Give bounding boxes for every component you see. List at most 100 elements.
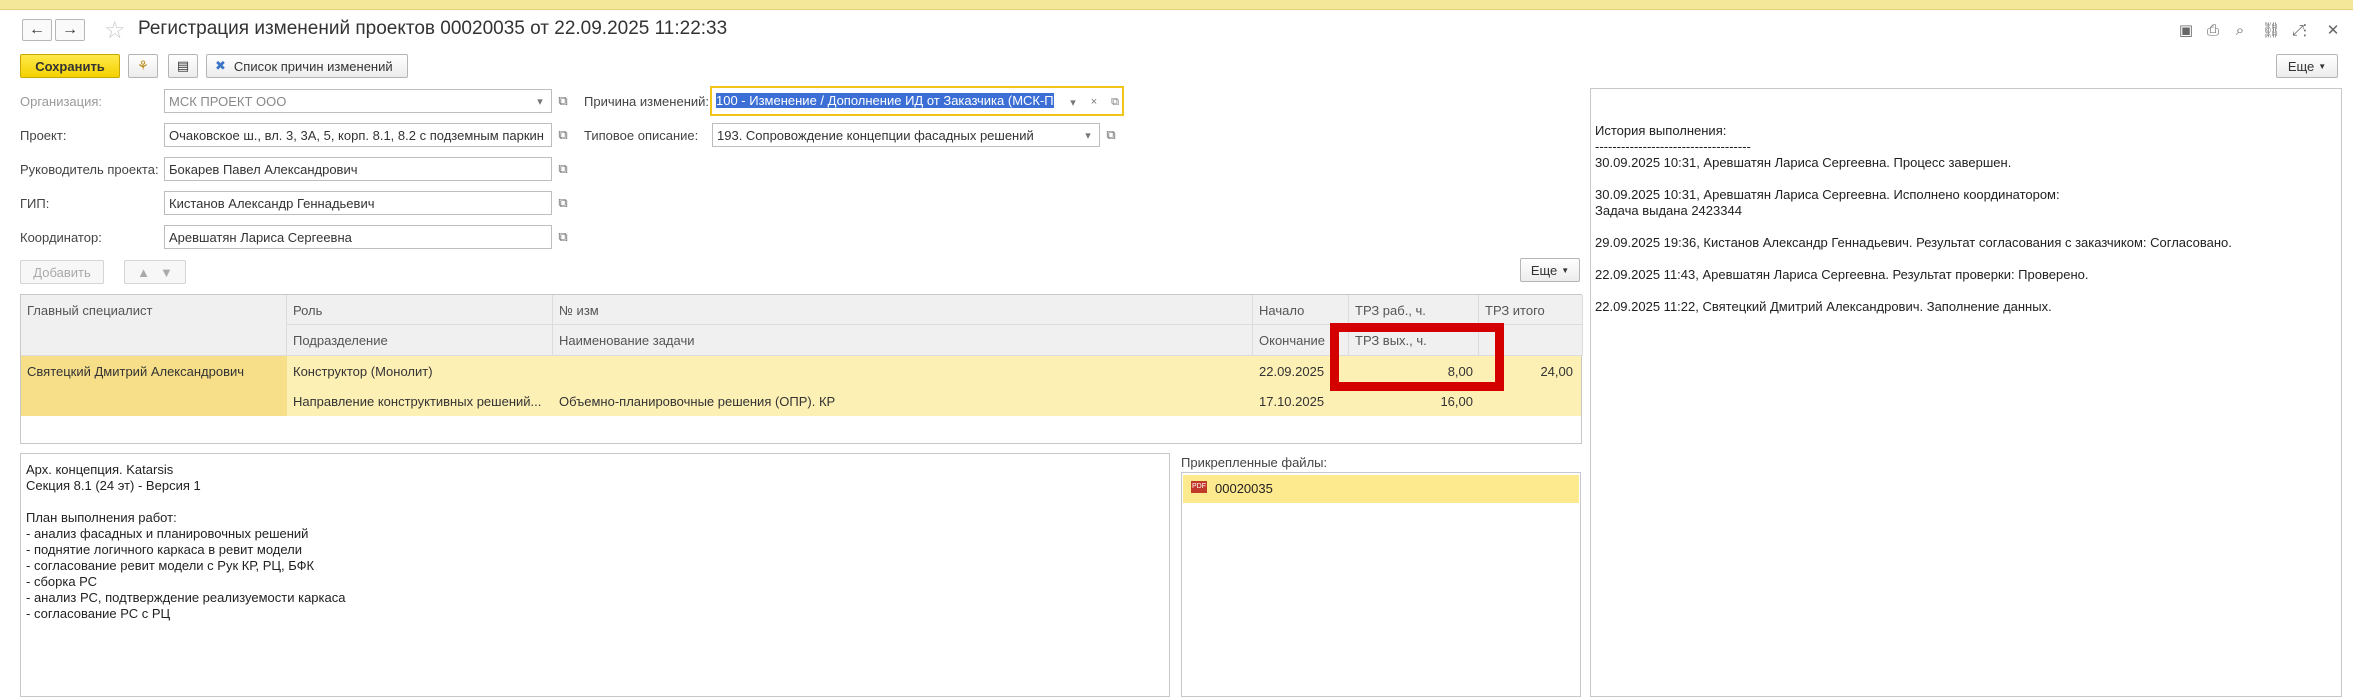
typical-value: 193. Сопровождение концепции фасадных ре…	[717, 128, 1034, 143]
organization-value: МСК ПРОЕКТ ООО	[169, 94, 287, 109]
report-icon: ▤	[176, 58, 190, 73]
cell-task-name[interactable]: Объемно-планировочные решения (ОПР). КР	[553, 386, 1253, 416]
description-text[interactable]: Арх. концепция. Katarsis Секция 8.1 (24 э…	[26, 462, 1164, 622]
description-line: Секция 8.1 (24 эт) - Версия 1	[26, 478, 201, 493]
save-label: Сохранить	[35, 58, 105, 74]
col-header-specialist[interactable]: Главный специалист	[21, 295, 287, 356]
top-strip	[0, 0, 2353, 10]
col-header-task-name[interactable]: Наименование задачи	[553, 325, 1253, 356]
cell-change-no[interactable]	[553, 356, 1253, 386]
history-line	[1595, 283, 2337, 299]
reason-value: 100 - Изменение / Дополнение ИД от Заказ…	[716, 93, 1054, 108]
description-line: - сборка РС	[26, 574, 98, 589]
organization-field[interactable]: МСК ПРОЕКТ ООО ▾	[164, 89, 552, 113]
report-button[interactable]: ▤	[168, 54, 198, 78]
chevron-down-icon[interactable]: ▾	[1077, 124, 1099, 146]
history-line: 29.09.2025 19:36, Кистанов Александр Ген…	[1595, 235, 2232, 250]
file-name: 00020035	[1215, 481, 1273, 496]
history-line: История выполнения:	[1595, 123, 1727, 138]
typical-label: Типовое описание:	[584, 128, 699, 143]
file-item[interactable]: PDF 00020035	[1183, 475, 1579, 503]
description-line: - анализ РС, подтверждение реализуемости…	[26, 590, 346, 605]
add-button[interactable]: Добавить	[20, 260, 104, 284]
description-line: - анализ фасадных и планировочных решени…	[26, 526, 309, 541]
cell-department[interactable]: Направление конструктивных решений...	[287, 386, 553, 416]
clear-icon[interactable]: ×	[1083, 91, 1105, 113]
save-disk-icon[interactable]: ▣	[2176, 20, 2196, 40]
open-link-icon[interactable]: ⧉	[553, 227, 573, 247]
preview-icon[interactable]: ⌕	[2230, 20, 2250, 40]
link-icon[interactable]: ⛓	[2261, 20, 2281, 40]
description-panel[interactable]: Арх. концепция. Katarsis Секция 8.1 (24 э…	[20, 453, 1170, 697]
page-title: Регистрация изменений проектов 00020035 …	[138, 18, 728, 39]
move-buttons[interactable]: ▲ ▼	[124, 260, 186, 284]
gip-label: ГИП:	[20, 196, 50, 211]
arrow-left-icon: ←	[29, 21, 45, 38]
col-header-role[interactable]: Роль	[287, 295, 553, 325]
manager-value: Бокарев Павел Александрович	[169, 162, 358, 177]
open-link-icon[interactable]: ⧉	[553, 125, 573, 145]
reason-field[interactable]: 100 - Изменение / Дополнение ИД от Заказ…	[710, 86, 1124, 116]
description-line	[26, 494, 1164, 510]
menu-dots-icon[interactable]: ⋮	[2295, 20, 2315, 40]
forward-button[interactable]: →	[55, 19, 85, 41]
cell-specialist[interactable]: Святецкий Дмитрий Александрович	[21, 356, 287, 416]
col-header-change-no[interactable]: № изм	[553, 295, 1253, 325]
more-button[interactable]: Еще ▼	[2276, 54, 2338, 78]
arrow-right-icon: →	[62, 21, 78, 38]
typical-field[interactable]: 193. Сопровождение концепции фасадных ре…	[712, 123, 1100, 147]
history-text[interactable]: История выполнения: ---------------------…	[1595, 123, 2337, 315]
manager-field[interactable]: Бокарев Павел Александрович	[164, 157, 552, 181]
add-label: Добавить	[33, 264, 91, 280]
history-line	[1595, 219, 2337, 235]
back-button[interactable]: ←	[22, 19, 52, 41]
pdf-file-icon: PDF	[1191, 481, 1207, 493]
more-label: Еще	[2287, 58, 2315, 74]
project-label: Проект:	[20, 128, 67, 143]
open-link-icon[interactable]: ⧉	[1101, 125, 1121, 145]
arrow-down-icon[interactable]: ▼	[160, 265, 173, 280]
print-icon[interactable]: ⎙	[2203, 20, 2223, 40]
save-button[interactable]: Сохранить	[20, 54, 120, 78]
col-header-trz-total[interactable]: ТРЗ итого	[1479, 295, 1583, 325]
reasons-list-label: Список причин изменений	[233, 58, 393, 74]
description-line: - поднятие логичного каркаса в ревит мод…	[26, 542, 303, 557]
open-link-icon[interactable]: ⧉	[553, 159, 573, 179]
close-icon[interactable]: ✕	[2323, 20, 2343, 40]
structure-button[interactable]: ⚘	[128, 54, 158, 78]
history-line: 30.09.2025 10:31, Аревшатян Лариса Серге…	[1595, 187, 2060, 202]
highlight-box	[1330, 323, 1504, 391]
col-header-department[interactable]: Подразделение	[287, 325, 553, 356]
chevron-down-icon[interactable]: ▾	[1062, 91, 1084, 113]
open-link-icon[interactable]: ⧉	[1104, 91, 1122, 113]
open-link-icon[interactable]: ⧉	[553, 91, 573, 111]
organization-label: Организация:	[20, 94, 103, 109]
manager-label: Руководитель проекта:	[20, 162, 159, 177]
coordinator-field[interactable]: Аревшатян Лариса Сергеевна	[164, 225, 552, 249]
history-panel[interactable]: История выполнения: ---------------------…	[1590, 88, 2342, 697]
history-line: ------------------------------------	[1595, 139, 1751, 154]
files-panel[interactable]: PDF 00020035	[1181, 472, 1581, 697]
gip-field[interactable]: Кистанов Александр Геннадьевич	[164, 191, 552, 215]
reasons-list-button[interactable]: ✖ Список причин изменений	[206, 54, 408, 78]
files-label: Прикрепленные файлы:	[1181, 455, 1328, 470]
table-more-button[interactable]: Еще ▼	[1520, 258, 1580, 282]
cell-role[interactable]: Конструктор (Монолит)	[287, 356, 553, 386]
project-field[interactable]: Очаковское ш., вл. 3, 3А, 5, корп. 8.1, …	[164, 123, 552, 147]
history-line	[1595, 171, 2337, 187]
table-more-label: Еще	[1530, 262, 1558, 278]
project-value: Очаковское ш., вл. 3, 3А, 5, корп. 8.1, …	[169, 128, 544, 143]
col-header-trz-work[interactable]: ТРЗ раб., ч.	[1349, 295, 1479, 325]
coordinator-value: Аревшатян Лариса Сергеевна	[169, 230, 352, 245]
chevron-down-icon[interactable]: ▾	[529, 90, 551, 112]
favorite-star-icon[interactable]: ☆	[104, 16, 126, 45]
description-line: Арх. концепция. Katarsis	[26, 462, 174, 477]
open-link-icon[interactable]: ⧉	[553, 193, 573, 213]
chevron-down-icon: ▼	[2318, 61, 2327, 71]
history-line	[1595, 251, 2337, 267]
reason-label: Причина изменений:	[584, 94, 710, 109]
coordinator-label: Координатор:	[20, 230, 102, 245]
col-header-start[interactable]: Начало	[1253, 295, 1349, 325]
history-line: 30.09.2025 10:31, Аревшатян Лариса Серге…	[1595, 155, 2012, 170]
arrow-up-icon[interactable]: ▲	[137, 265, 150, 280]
